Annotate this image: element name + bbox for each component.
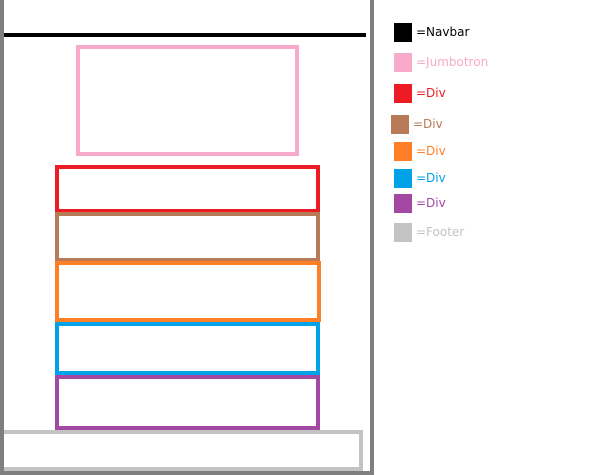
div-block-red (55, 165, 320, 213)
legend: =Navbar =Jumbotron =Div =Div =Div =Div =… (388, 18, 588, 258)
div-block-orange (55, 261, 321, 322)
legend-item-div-red: =Div (394, 83, 446, 103)
legend-label: =Navbar (416, 25, 470, 39)
legend-swatch (394, 141, 412, 161)
legend-swatch (394, 193, 412, 213)
legend-label: =Div (416, 196, 446, 210)
legend-item-div-orange: =Div (394, 141, 446, 161)
legend-label: =Div (416, 86, 446, 100)
legend-label: =Div (416, 171, 446, 185)
div-block-blue (55, 322, 320, 375)
legend-swatch (391, 114, 409, 134)
legend-item-jumbotron: =Jumbotron (394, 52, 488, 72)
navbar-block (4, 33, 366, 37)
legend-item-div-blue: =Div (394, 168, 446, 188)
legend-swatch (394, 168, 412, 188)
legend-swatch (394, 52, 412, 72)
legend-label: =Div (413, 117, 443, 131)
legend-item-navbar: =Navbar (394, 22, 469, 42)
legend-item-footer: =Footer (394, 222, 464, 242)
legend-swatch (394, 222, 412, 242)
jumbotron-block (76, 45, 299, 156)
legend-swatch (394, 22, 412, 42)
legend-label: =Footer (416, 225, 465, 239)
div-block-brown (55, 212, 320, 262)
legend-item-div-purple: =Div (394, 193, 446, 213)
legend-item-div-brown: =Div (391, 114, 443, 134)
legend-swatch (394, 83, 412, 103)
legend-label: =Jumbotron (416, 55, 489, 69)
div-block-purple (55, 375, 320, 430)
legend-label: =Div (416, 144, 446, 158)
footer-block (4, 430, 363, 471)
